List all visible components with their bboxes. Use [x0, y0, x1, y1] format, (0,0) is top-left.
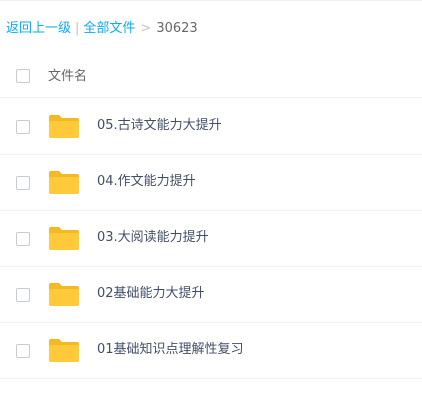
- row-checkbox[interactable]: [16, 120, 30, 134]
- breadcrumb: 返回上一级 | 全部文件 >30623: [6, 19, 198, 39]
- file-row[interactable]: 05.古诗文能力大提升: [0, 99, 422, 155]
- folder-name[interactable]: 04.作文能力提升: [97, 172, 196, 192]
- file-row[interactable]: 04.作文能力提升: [0, 155, 422, 211]
- folder-name[interactable]: 05.古诗文能力大提升: [97, 116, 222, 136]
- file-row[interactable]: 02基础能力大提升: [0, 267, 422, 323]
- back-link[interactable]: 返回上一级: [6, 21, 71, 36]
- file-list-header: 文件名: [0, 57, 422, 98]
- folder-icon: [49, 283, 79, 306]
- folder-name[interactable]: 03.大阅读能力提升: [97, 228, 209, 248]
- row-checkbox[interactable]: [16, 176, 30, 190]
- row-checkbox[interactable]: [16, 288, 30, 302]
- row-checkbox[interactable]: [16, 344, 30, 358]
- folder-icon: [49, 339, 79, 362]
- row-checkbox[interactable]: [16, 232, 30, 246]
- breadcrumb-arrow: >: [140, 21, 152, 36]
- folder-icon: [49, 171, 79, 194]
- folder-name[interactable]: 01基础知识点理解性复习: [97, 340, 244, 360]
- folder-name[interactable]: 02基础能力大提升: [97, 284, 205, 304]
- file-row[interactable]: 03.大阅读能力提升: [0, 211, 422, 267]
- folder-icon: [49, 115, 79, 138]
- top-divider: [0, 0, 422, 1]
- file-row[interactable]: 01基础知识点理解性复习: [0, 323, 422, 379]
- folder-icon: [49, 227, 79, 250]
- breadcrumb-current-folder: 30623: [156, 21, 198, 36]
- all-files-link[interactable]: 全部文件: [83, 21, 135, 36]
- column-header-filename[interactable]: 文件名: [48, 67, 87, 87]
- select-all-checkbox[interactable]: [16, 69, 30, 83]
- breadcrumb-separator: |: [75, 21, 80, 36]
